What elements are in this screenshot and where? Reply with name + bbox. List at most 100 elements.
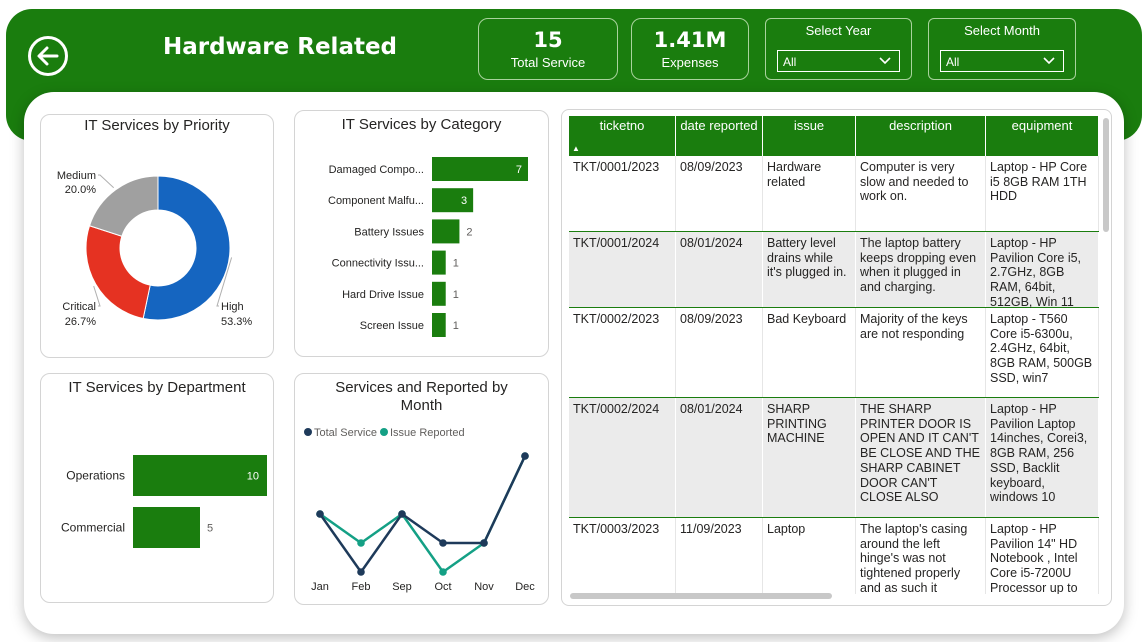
slicer-label: Select Month — [964, 23, 1040, 38]
category-bar — [432, 219, 460, 244]
x-tick-label: Nov — [474, 581, 494, 593]
cell-issue: Battery level drains while it's plugged … — [763, 232, 856, 307]
sort-ascending-icon: ▲ — [572, 144, 580, 153]
horizontal-scrollbar[interactable] — [570, 593, 832, 599]
department-bar-chart: Operations 10 Commercial 5 — [61, 455, 267, 548]
cell-description: The laptop battery keeps dropping even w… — [856, 232, 986, 307]
category-bar — [432, 250, 446, 275]
category-bar — [432, 281, 446, 306]
chevron-down-icon — [1043, 57, 1055, 65]
year-slicer: Select Year All — [765, 18, 912, 80]
dropdown-value: All — [783, 55, 797, 69]
monthly-chart-card: Services and Reported by Month Total Ser… — [294, 373, 549, 605]
column-label: ticketno — [599, 118, 645, 133]
department-label: Commercial — [61, 521, 125, 535]
priority-donut-chart: High 53.3% Critical 26.7% Medium 20.0% — [57, 170, 253, 328]
x-tick-label: Sep — [392, 581, 412, 593]
cell-issue: Hardware related — [763, 156, 856, 231]
cell-ticketno: TKT/0002/2024 — [569, 398, 676, 517]
table-body: TKT/0001/2023 08/09/2023 Hardware relate… — [569, 156, 1099, 594]
cell-description: The laptop's casing around the left hing… — [856, 518, 986, 594]
department-chart-card: IT Services by Department Operations 10 Co… — [40, 373, 274, 603]
column-label: issue — [793, 118, 825, 133]
page-title: Hardware Related — [162, 34, 398, 60]
table-row[interactable]: TKT/0003/2023 11/09/2023 Laptop The lapt… — [569, 518, 1099, 594]
slice-value-critical: 26.7% — [65, 316, 96, 328]
cell-ticketno: TKT/0001/2024 — [569, 232, 676, 307]
priority-chart-card: IT Services by Priority High 53.3% Critica… — [40, 114, 274, 358]
column-header-date-reported[interactable]: date reported — [676, 116, 763, 156]
column-header-description[interactable]: description — [856, 116, 986, 156]
cell-ticketno: TKT/0003/2023 — [569, 518, 676, 594]
category-label: Screen Issue — [360, 320, 424, 332]
month-dropdown[interactable]: All — [940, 50, 1064, 72]
category-label: Connectivity Issu... — [332, 258, 424, 270]
category-bar — [432, 157, 528, 181]
slice-value-medium: 20.0% — [65, 184, 96, 196]
column-header-issue[interactable]: issue — [763, 116, 856, 156]
cell-equipment: Laptop - HP Pavilion Core i5, 2.7GHz, 8G… — [986, 232, 1099, 309]
legend-label: Total Service — [314, 427, 377, 439]
department-bar — [133, 507, 200, 548]
cell-description: THE SHARP PRINTER DOOR IS OPEN AND IT CA… — [856, 398, 986, 517]
slice-label-critical: Critical — [62, 301, 96, 313]
category-value: 3 — [461, 195, 467, 207]
cell-ticketno: TKT/0002/2023 — [569, 308, 676, 397]
cell-issue: SHARP PRINTING MACHINE — [763, 398, 856, 517]
legend-label: Issue Reported — [390, 427, 465, 439]
table-header: ticketno ▲ date reported issue descripti… — [569, 116, 1099, 156]
table-row[interactable]: TKT/0001/2024 08/01/2024 Battery level d… — [569, 232, 1099, 309]
table-row[interactable]: TKT/0002/2023 08/09/2023 Bad Keyboard Ma… — [569, 308, 1099, 398]
year-dropdown[interactable]: All — [777, 50, 900, 72]
kpi-total-service: 15 Total Service — [478, 18, 618, 80]
cell-equipment: Laptop - HP Pavilion 14" HD Notebook , I… — [986, 518, 1099, 594]
category-value: 1 — [453, 289, 459, 301]
cell-equipment: Laptop - HP Pavilion Laptop 14inches, Co… — [986, 398, 1099, 517]
column-header-ticketno[interactable]: ticketno ▲ — [569, 116, 676, 156]
arrow-left-icon — [37, 46, 59, 66]
department-value: 10 — [247, 471, 259, 483]
series-point — [316, 510, 324, 518]
table-row[interactable]: TKT/0001/2023 08/09/2023 Hardware relate… — [569, 156, 1099, 232]
monthly-line-chart: Total Service Issue Reported Jan Feb Sep Oct N… — [304, 427, 535, 593]
slice-label-high: High — [221, 301, 244, 313]
legend-marker — [304, 428, 312, 436]
column-label: description — [889, 118, 952, 133]
series-point — [439, 568, 447, 576]
x-tick-label: Dec — [515, 581, 535, 593]
cell-date: 11/09/2023 — [676, 518, 763, 594]
table-row[interactable]: TKT/0002/2024 08/01/2024 SHARP PRINTING … — [569, 398, 1099, 518]
x-tick-label: Feb — [352, 581, 371, 593]
series-point — [357, 539, 365, 547]
category-chart-card: IT Services by Category Damaged Compo...… — [294, 110, 549, 357]
cell-ticketno: TKT/0001/2023 — [569, 156, 676, 231]
kpi-value: 15 — [533, 28, 563, 52]
leader-line — [98, 174, 115, 189]
kpi-label: Expenses — [661, 55, 719, 70]
month-slicer: Select Month All — [928, 18, 1076, 80]
category-value: 7 — [516, 164, 522, 176]
chevron-down-icon — [879, 57, 891, 65]
back-button[interactable] — [28, 36, 68, 76]
category-label: Component Malfu... — [328, 195, 424, 207]
department-label: Operations — [66, 469, 125, 483]
cell-equipment: Laptop - HP Core i5 8GB RAM 1TH HDD — [986, 156, 1099, 231]
kpi-expenses: 1.41M Expenses — [631, 18, 749, 80]
vertical-scrollbar[interactable] — [1103, 118, 1109, 232]
kpi-label: Total Service — [510, 55, 586, 70]
cell-issue: Bad Keyboard — [763, 308, 856, 397]
column-header-equipment[interactable]: equipment — [986, 116, 1099, 156]
category-label: Battery Issues — [354, 226, 424, 238]
slicer-label: Select Year — [805, 23, 872, 38]
cell-date: 08/01/2024 — [676, 232, 763, 307]
category-value: 1 — [453, 258, 459, 270]
dashboard: Hardware Related 15 Total Service 1.41M … — [0, 0, 1148, 642]
slice-value-high: 53.3% — [221, 316, 252, 328]
cell-equipment: Laptop - T560 Core i5-6300u, 2.4GHz, 64b… — [986, 308, 1099, 397]
kpi-value: 1.41M — [653, 28, 727, 52]
category-bar — [432, 313, 446, 337]
department-value: 5 — [207, 523, 213, 535]
cell-date: 08/09/2023 — [676, 308, 763, 397]
category-value: 2 — [466, 226, 472, 238]
column-label: date reported — [680, 118, 758, 133]
